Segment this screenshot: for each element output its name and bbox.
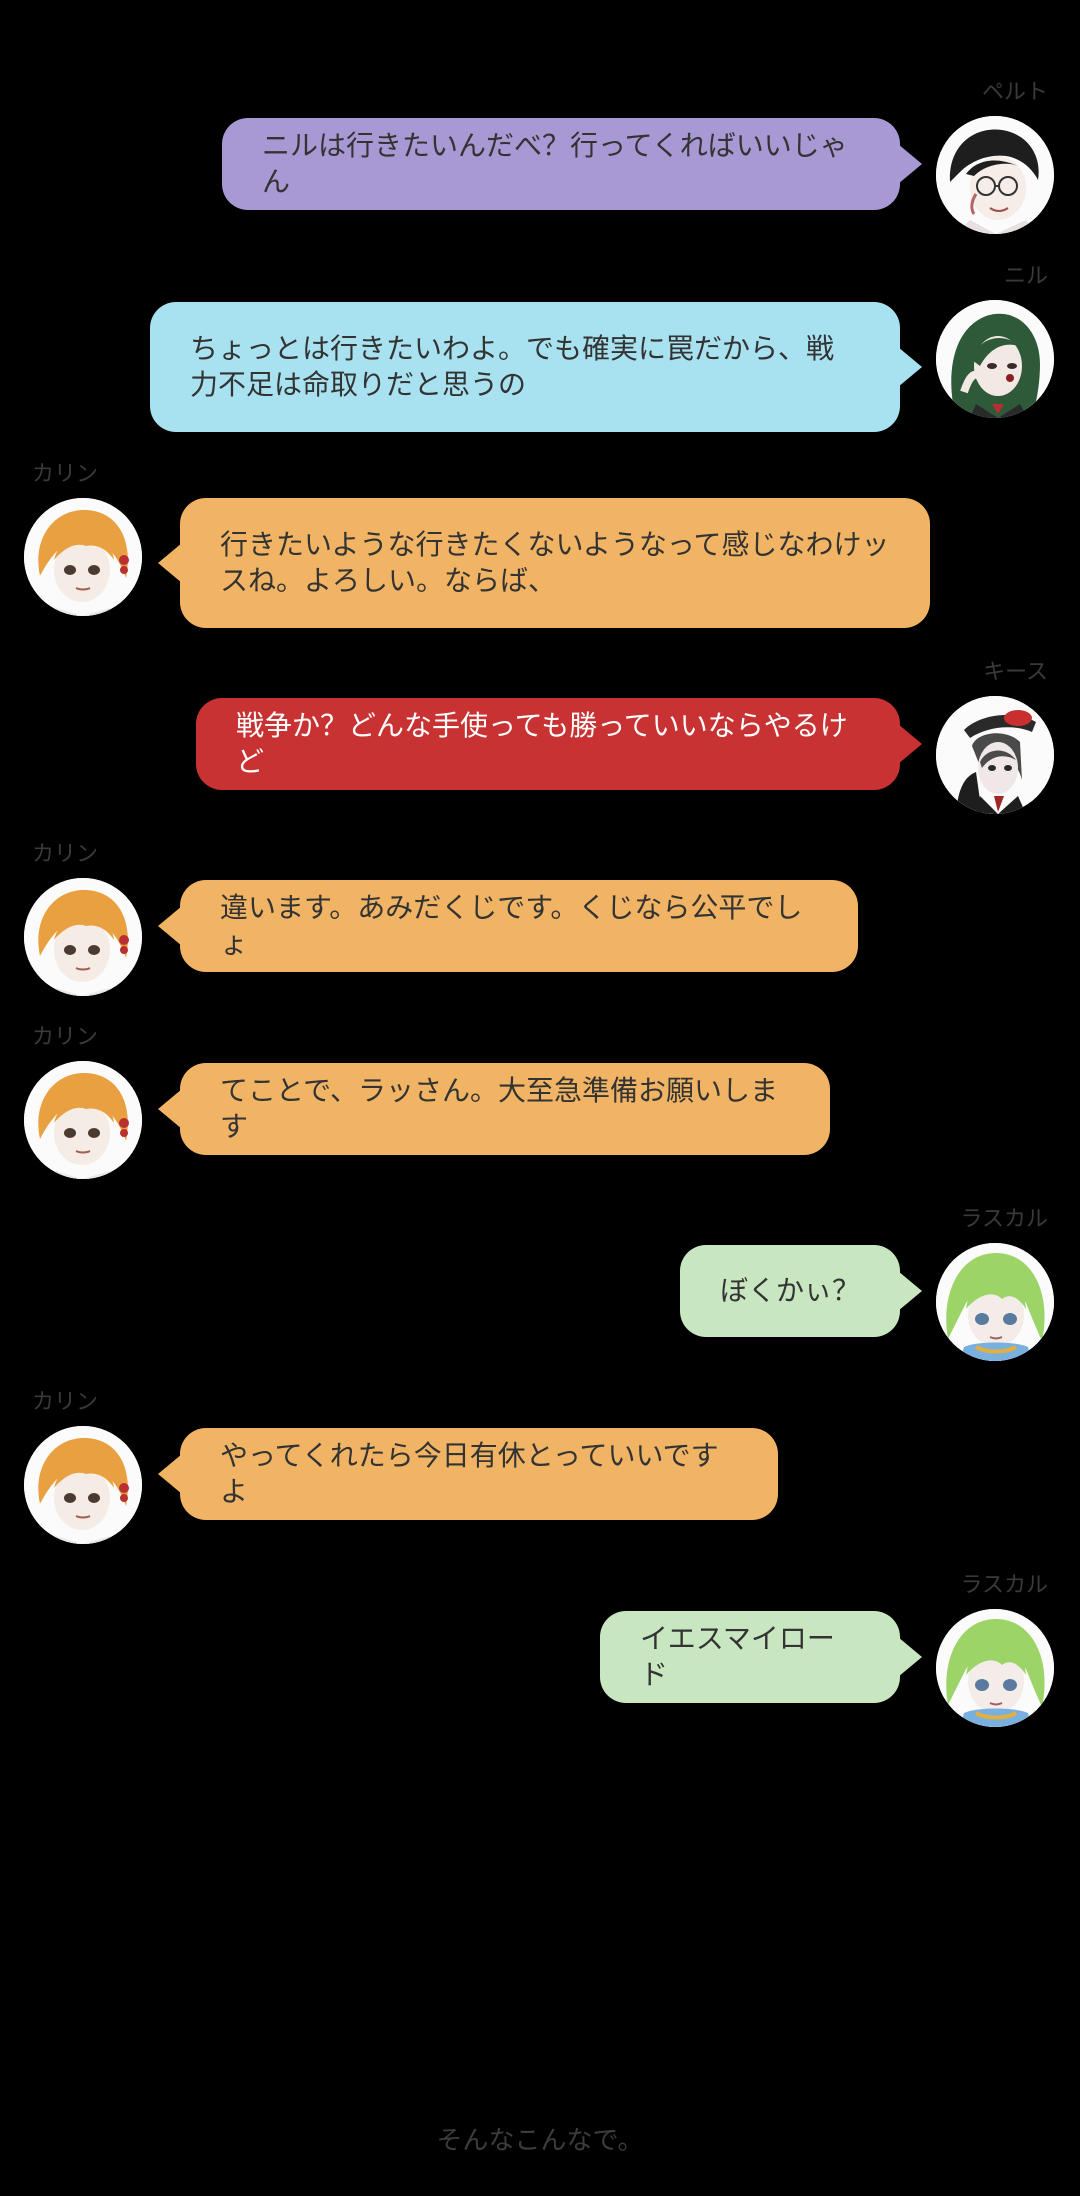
message-bubble: てことで、ラッさん。大至急準備お願いします (158, 1063, 830, 1155)
message-text: てことで、ラッさん。大至急準備お願いします (220, 1074, 779, 1143)
bubble-tail (898, 144, 922, 184)
message-text: 違います。あみだくじです。くじなら公平でしょ (220, 891, 803, 960)
message-text: ぼくかぃ？ (720, 1274, 861, 1307)
karin-avatar[interactable] (24, 1061, 142, 1179)
message-bubble: イエスマイロード (600, 1611, 922, 1703)
bubble-tail (898, 347, 922, 387)
message-bubble: やってくれたら今日有休とっていいですよ (158, 1428, 778, 1520)
footer-text: そんなこんなで。 (436, 2126, 644, 2156)
karin-avatar[interactable] (24, 498, 142, 616)
message-bubble: ぼくかぃ？ (680, 1245, 922, 1337)
message-bubble: 行きたいような行きたくないようなって感じなわけッスね。よろしい。ならば、 (158, 498, 930, 628)
message-bubble: 違います。あみだくじです。くじなら公平でしょ (158, 880, 858, 972)
pelt-avatar[interactable] (936, 116, 1054, 234)
bubble-tail (158, 1454, 182, 1494)
bubble-tail (158, 906, 182, 946)
message-text: ちょっとは行きたいわよ。でも確実に罠だから、戦力不足は命取りだと思うの (190, 332, 835, 401)
karin-avatar[interactable] (24, 878, 142, 996)
message-bubble: ニルは行きたいんだべ？行ってくればいいじゃん (222, 118, 922, 210)
bubble-tail (898, 1637, 922, 1677)
speaker-name: ペルト (981, 80, 1048, 105)
karin-avatar[interactable] (24, 1426, 142, 1544)
bubble-tail (158, 1089, 182, 1129)
rascal-avatar[interactable] (936, 1609, 1054, 1727)
speaker-name: ラスカル (960, 1207, 1048, 1232)
speaker-name: カリン (32, 1390, 99, 1415)
speaker-name: カリン (32, 462, 99, 487)
speaker-name: カリン (32, 842, 99, 867)
message-text: ニルは行きたいんだべ？行ってくればいいじゃん (262, 129, 848, 198)
bubble-tail (158, 543, 182, 583)
rascal-avatar[interactable] (936, 1243, 1054, 1361)
speaker-name: カリン (32, 1025, 99, 1050)
speaker-name: ニル (1003, 264, 1048, 289)
speaker-name: キース (983, 660, 1048, 685)
message-text: 行きたいような行きたくないようなって感じなわけッスね。よろしい。ならば、 (220, 528, 890, 597)
message-bubble: 戦争か？どんな手使っても勝っていいならやるけど (196, 698, 922, 790)
bubble-tail (898, 1271, 922, 1311)
message-text: 戦争か？どんな手使っても勝っていいならやるけど (236, 709, 848, 778)
message-text: やってくれたら今日有休とっていいですよ (220, 1439, 719, 1508)
nil-avatar[interactable] (936, 300, 1054, 418)
message-text: イエスマイロード (640, 1622, 835, 1691)
bubble-tail (898, 724, 922, 764)
keith-avatar[interactable] (936, 696, 1054, 814)
message-bubble: ちょっとは行きたいわよ。でも確実に罠だから、戦力不足は命取りだと思うの (150, 302, 922, 432)
speaker-name: ラスカル (960, 1573, 1048, 1598)
